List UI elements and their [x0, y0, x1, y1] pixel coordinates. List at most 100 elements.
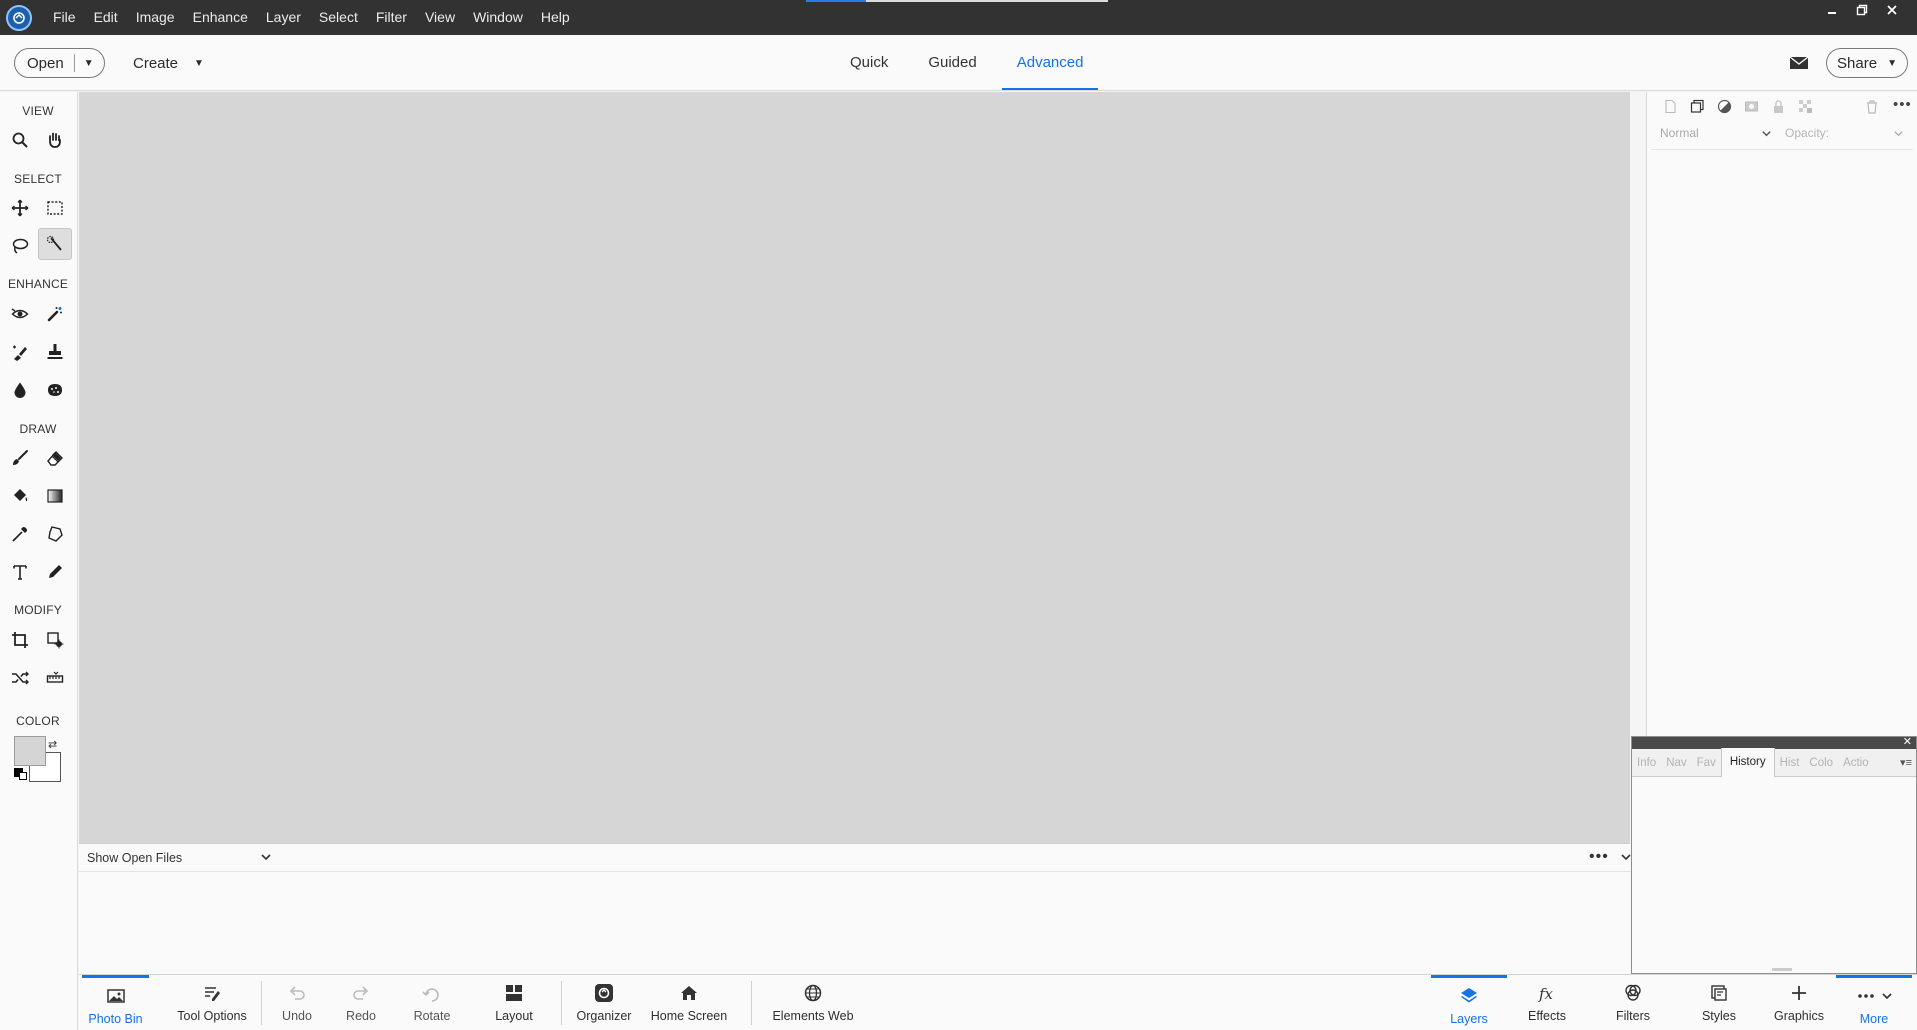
- hand-tool-icon[interactable]: [38, 124, 72, 156]
- styles-button[interactable]: Styles: [1691, 975, 1747, 1030]
- menu-filter[interactable]: Filter: [367, 0, 416, 35]
- custom-shape-tool-icon[interactable]: [38, 518, 72, 550]
- chevron-down-icon: [1762, 130, 1771, 136]
- redo-button[interactable]: Redo: [339, 975, 383, 1030]
- layers-button[interactable]: Layers: [1431, 975, 1507, 1030]
- menu-edit[interactable]: Edit: [85, 0, 127, 35]
- paint-bucket-tool-icon[interactable]: [3, 480, 37, 512]
- brush-tool-icon[interactable]: [3, 442, 37, 474]
- organizer-label: Organizer: [576, 1009, 632, 1023]
- zoom-tool-icon[interactable]: [3, 124, 37, 156]
- show-open-files-dropdown[interactable]: Show Open Files: [87, 851, 182, 865]
- sponge-tool-icon[interactable]: [38, 374, 72, 406]
- home-screen-button[interactable]: Home Screen: [647, 975, 731, 1030]
- menu-view[interactable]: View: [416, 0, 464, 35]
- content-aware-move-tool-icon[interactable]: [3, 662, 37, 694]
- smart-brush-tool-icon[interactable]: [3, 336, 37, 368]
- tab-history[interactable]: History: [1720, 748, 1775, 777]
- mail-icon[interactable]: [1788, 52, 1810, 74]
- organizer-button[interactable]: Organizer: [573, 975, 635, 1030]
- app-logo-icon: [6, 4, 32, 31]
- rotate-icon: [422, 988, 439, 1002]
- lasso-tool-icon[interactable]: [3, 230, 37, 262]
- gradient-tool-icon[interactable]: [38, 480, 72, 512]
- tab-favorites[interactable]: Fav: [1692, 749, 1721, 777]
- more-button[interactable]: More: [1836, 975, 1912, 1030]
- layout-button[interactable]: Layout: [490, 975, 538, 1030]
- straighten-tool-icon[interactable]: [38, 662, 72, 694]
- close-button[interactable]: [1877, 0, 1907, 20]
- restore-button[interactable]: [1847, 0, 1877, 20]
- photo-bin-panel: Show Open Files •••: [79, 843, 1631, 974]
- graphics-button[interactable]: Graphics: [1765, 975, 1833, 1030]
- loading-indicator: [806, 0, 1108, 2]
- filters-button[interactable]: Filters: [1603, 975, 1663, 1030]
- adjustment-layer-icon[interactable]: [1711, 96, 1738, 116]
- eraser-tool-icon[interactable]: [38, 442, 72, 474]
- undo-button[interactable]: Undo: [275, 975, 319, 1030]
- tool-options-button[interactable]: Tool Options: [171, 975, 253, 1030]
- open-dropdown-icon[interactable]: ▼: [75, 58, 94, 69]
- share-label: Share: [1837, 54, 1878, 72]
- menu-layer[interactable]: Layer: [257, 0, 310, 35]
- photo-bin-button[interactable]: Photo Bin: [82, 975, 149, 1030]
- tab-navigator[interactable]: Nav: [1661, 749, 1691, 777]
- foreground-color-swatch[interactable]: [14, 736, 46, 766]
- opacity-field[interactable]: [1852, 123, 1904, 143]
- quick-selection-tool-icon[interactable]: [38, 228, 72, 260]
- menu-image[interactable]: Image: [127, 0, 184, 35]
- share-button[interactable]: Share ▼: [1826, 48, 1908, 78]
- styles-label: Styles: [1701, 1009, 1737, 1023]
- menu-select[interactable]: Select: [310, 0, 367, 35]
- tab-color[interactable]: Colo: [1804, 749, 1838, 777]
- red-eye-tool-icon[interactable]: [3, 298, 37, 330]
- clone-stamp-tool-icon[interactable]: [38, 336, 72, 368]
- menu-file[interactable]: File: [44, 0, 85, 35]
- bottom-taskbar: Photo Bin Tool Options Undo Redo Rotate …: [79, 974, 1917, 1030]
- open-label: Open: [27, 54, 64, 72]
- menu-help[interactable]: Help: [532, 0, 579, 35]
- eyedropper-tool-icon[interactable]: [3, 518, 37, 550]
- resize-handle[interactable]: [1772, 968, 1792, 971]
- fx-icon: fx: [1538, 985, 1554, 1003]
- new-layer-icon[interactable]: [1657, 96, 1684, 116]
- layer-mask-icon[interactable]: [1738, 96, 1765, 116]
- open-button[interactable]: Open ▼: [14, 48, 105, 78]
- effects-button[interactable]: fx Effects: [1517, 975, 1577, 1030]
- close-icon[interactable]: ✕: [1903, 735, 1912, 749]
- tab-advanced[interactable]: Advanced: [1001, 35, 1099, 90]
- blend-mode-select[interactable]: Normal: [1660, 123, 1772, 143]
- delete-layer-icon[interactable]: [1862, 96, 1882, 116]
- marquee-tool-icon[interactable]: [38, 192, 72, 224]
- tab-info[interactable]: Info: [1632, 749, 1661, 777]
- chevron-down-icon[interactable]: [260, 851, 272, 863]
- swap-colors-icon[interactable]: ⇄: [48, 738, 57, 751]
- tab-guided[interactable]: Guided: [913, 35, 991, 90]
- new-group-icon[interactable]: [1684, 96, 1711, 116]
- floating-panel-tabs: Info Nav Fav History Hist Colo Actio ▾≡: [1632, 748, 1916, 777]
- document-canvas[interactable]: [79, 92, 1630, 843]
- spot-healing-tool-icon[interactable]: [38, 298, 72, 330]
- move-tool-icon[interactable]: [3, 192, 37, 224]
- more-options-icon[interactable]: •••: [1589, 848, 1609, 866]
- section-color-label: COLOR: [16, 714, 60, 728]
- tab-actions[interactable]: Actio: [1838, 749, 1874, 777]
- tab-histogram[interactable]: Hist: [1775, 749, 1805, 777]
- minimize-button[interactable]: [1817, 0, 1847, 20]
- lock-icon[interactable]: [1765, 96, 1792, 116]
- blur-tool-icon[interactable]: [3, 374, 37, 406]
- create-button[interactable]: Create ▼: [133, 48, 204, 78]
- panel-menu-icon[interactable]: ▾≡: [1900, 756, 1912, 769]
- lock-transparency-icon[interactable]: [1792, 96, 1819, 116]
- rotate-button[interactable]: Rotate: [404, 975, 460, 1030]
- menu-window[interactable]: Window: [464, 0, 532, 35]
- elements-web-button[interactable]: Elements Web: [769, 975, 857, 1030]
- redo-icon: [353, 986, 369, 1000]
- type-tool-icon[interactable]: [3, 556, 37, 588]
- recompose-tool-icon[interactable]: [38, 624, 72, 656]
- pencil-tool-icon[interactable]: [38, 556, 72, 588]
- panel-menu-icon[interactable]: •••: [1893, 96, 1912, 113]
- tab-quick[interactable]: Quick: [835, 35, 903, 90]
- crop-tool-icon[interactable]: [3, 624, 37, 656]
- menu-enhance[interactable]: Enhance: [184, 0, 257, 35]
